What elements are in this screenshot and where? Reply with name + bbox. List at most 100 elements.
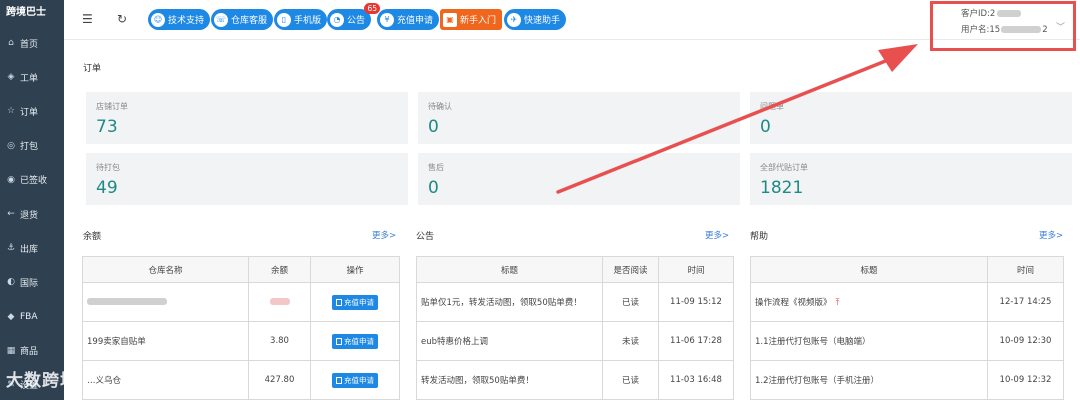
stat-after-sales[interactable]: 售后 0 — [418, 153, 740, 205]
table-row[interactable]: 1.1注册代打包账号（电脑端） 10-09 12:30 — [750, 321, 1064, 361]
table-header: 是否阅读 — [602, 256, 659, 283]
sidebar-item-tickets[interactable]: ◈ 工单 — [0, 60, 64, 94]
document-icon — [336, 376, 342, 384]
help-table: 标题 时间 操作流程《视频版》 ⤒ 12-17 14:25 1.1注册代打包账号（… — [750, 256, 1064, 400]
beginner-guide-button[interactable]: ▣ 新手入门 — [440, 9, 503, 30]
balance-value: 427.80 — [248, 360, 311, 400]
notice-title[interactable]: 贴单仅1元，转发活动图，领取50贴单费！ — [416, 282, 603, 322]
user-info-dropdown[interactable]: 客户ID:2 用户名:15 2 ﹀ — [930, 1, 1076, 51]
sidebar-item-returns[interactable]: ← 退货 — [0, 197, 64, 231]
mobile-icon: ▯ — [277, 12, 291, 27]
help-time: 10-09 12:32 — [987, 360, 1064, 400]
menu-toggle-icon[interactable]: ☰ — [82, 12, 93, 26]
balance-value: 3.80 — [248, 321, 311, 361]
help-more-link[interactable]: 更多> — [1039, 229, 1063, 241]
read-status: 已读 — [602, 282, 659, 322]
table-header: 标题 — [750, 256, 988, 283]
read-status: 已读 — [602, 360, 659, 400]
signed-icon: ◉ — [7, 174, 15, 185]
warehouse-name — [82, 282, 249, 322]
read-status: 未读 — [602, 321, 659, 361]
notice-time: 11-09 15:12 — [658, 282, 734, 322]
balance-table: 仓库名称 余额 操作 充值申请 199卖家自贴单 3.80 充值申请 …义乌仓 … — [82, 256, 400, 400]
refresh-icon[interactable]: ↻ — [117, 12, 127, 26]
money-icon: ¥ — [380, 12, 394, 27]
watermark: 大数跨境 — [6, 371, 78, 391]
balance-more-link[interactable]: 更多> — [372, 229, 396, 241]
table-header: 时间 — [658, 256, 734, 283]
notice-time: 11-03 16:48 — [658, 360, 734, 400]
stat-pending-confirm[interactable]: 待确认 0 — [418, 92, 740, 144]
guide-icon: ▣ — [443, 12, 457, 27]
help-title[interactable]: 操作流程《视频版》 ⤒ — [750, 282, 988, 322]
stat-all-label-orders[interactable]: 全部代贴订单 1821 — [750, 153, 1072, 205]
chevron-down-icon[interactable]: ﹀ — [1056, 20, 1065, 33]
phone-icon: ☏ — [214, 12, 228, 27]
help-title[interactable]: 1.2注册代打包账号（手机注册） — [750, 360, 988, 400]
notices-more-link[interactable]: 更多> — [705, 229, 729, 241]
table-row: …义乌仓 427.80 充值申请 — [82, 360, 400, 400]
table-row[interactable]: 贴单仅1元，转发活动图，领取50贴单费！ 已读 11-09 15:12 — [416, 282, 734, 322]
recharge-button[interactable]: 充值申请 — [332, 294, 378, 310]
stat-store-orders[interactable]: 店铺订单 73 — [86, 92, 408, 144]
notice-title[interactable]: eub特惠价格上调 — [416, 321, 603, 361]
stat-problem-orders[interactable]: 问题单 0 — [750, 92, 1072, 144]
sidebar: 跨境巴士 ⌂ 首页 ◈ 工单 ☆ 订单 ◎ 打包 ◉ 已签收 ← 退货 ⚓ 出库 ◐ 国际 ◆ F… — [0, 0, 64, 400]
sidebar-item-fba[interactable]: ◆ FBA — [0, 300, 64, 334]
stat-pending-pack[interactable]: 待打包 49 — [86, 153, 408, 205]
fba-icon: ◆ — [7, 311, 15, 322]
tech-support-button[interactable]: ☺ 技术支持 — [148, 9, 211, 30]
home-icon: ⌂ — [8, 38, 14, 49]
notice-time: 11-06 17:28 — [658, 321, 734, 361]
table-row[interactable]: 1.2注册代打包账号（手机注册） 10-09 12:32 — [750, 360, 1064, 400]
quick-assistant-button[interactable]: ✈ 快速助手 — [504, 9, 567, 30]
diamond-icon: ◈ — [7, 72, 15, 83]
outbound-icon: ⚓ — [6, 243, 16, 254]
globe-icon: ◐ — [7, 277, 15, 288]
announcement-icon: ◔ — [330, 12, 344, 27]
username: 用户名:15 2 — [961, 25, 1048, 35]
sidebar-item-pack[interactable]: ◎ 打包 — [0, 129, 64, 163]
customer-id: 客户ID:2 — [961, 7, 1022, 19]
table-header: 余额 — [248, 256, 311, 283]
recharge-request-button[interactable]: ¥ 充值申请 — [377, 9, 440, 30]
top-toolbar: ☰ ↻ ☺ 技术支持 ☏ 仓库客服 ▯ 手机版 ◔ 公告 65 ¥ 充值申请 ▣ 新手入门 ✈… — [64, 0, 1080, 51]
main-content: 订单 店铺订单 73 待确认 0 问题单 0 待打包 49 售后 0 全部代贴订单 1821… — [64, 40, 1080, 400]
help-time: 12-17 14:25 — [987, 282, 1064, 322]
return-arrow-icon: ← — [7, 209, 15, 220]
notice-title[interactable]: 转发活动图，领取50贴单费！ — [416, 360, 603, 400]
announcement-button[interactable]: ◔ 公告 65 — [327, 3, 381, 30]
table-row[interactable]: 操作流程《视频版》 ⤒ 12-17 14:25 — [750, 282, 1064, 322]
table-row[interactable]: 转发活动图，领取50贴单费！ 已读 11-03 16:48 — [416, 360, 734, 400]
sidebar-item-home[interactable]: ⌂ 首页 — [0, 26, 64, 60]
help-title[interactable]: 1.1注册代打包账号（电脑端） — [750, 321, 988, 361]
help-time: 10-09 12:30 — [987, 321, 1064, 361]
sidebar-item-outbound[interactable]: ⚓ 出库 — [0, 231, 64, 265]
table-row: 199卖家自贴单 3.80 充值申请 — [82, 321, 400, 361]
balance-value — [248, 282, 311, 322]
announcement-count-badge: 65 — [364, 3, 381, 14]
notices-table: 标题 是否阅读 时间 贴单仅1元，转发活动图，领取50贴单费！ 已读 11-09… — [416, 256, 734, 400]
plane-icon: ✈ — [507, 12, 521, 27]
package-icon: ◎ — [7, 140, 15, 151]
document-icon — [336, 298, 342, 306]
goods-icon: ▦ — [6, 345, 16, 356]
table-header: 操作 — [310, 256, 400, 283]
brand-logo[interactable]: 跨境巴士 — [0, 0, 64, 26]
sidebar-item-goods[interactable]: ▦ 商品 — [0, 334, 64, 368]
mobile-version-button[interactable]: ▯ 手机版 — [274, 9, 328, 30]
balance-section-title: 余额 — [83, 232, 102, 242]
sidebar-item-orders[interactable]: ☆ 订单 — [0, 94, 64, 128]
table-row[interactable]: eub特惠价格上调 未读 11-06 17:28 — [416, 321, 734, 361]
help-section-title: 帮助 — [750, 232, 769, 242]
table-row: 充值申请 — [82, 282, 400, 322]
support-icon: ☺ — [151, 12, 165, 27]
document-icon — [336, 337, 342, 345]
table-header: 标题 — [416, 256, 603, 283]
sidebar-item-international[interactable]: ◐ 国际 — [0, 265, 64, 299]
star-icon: ☆ — [6, 106, 16, 117]
sidebar-item-signed[interactable]: ◉ 已签收 — [0, 163, 64, 197]
warehouse-service-button[interactable]: ☏ 仓库客服 — [211, 9, 274, 30]
recharge-button[interactable]: 充值申请 — [332, 333, 378, 349]
recharge-button[interactable]: 充值申请 — [332, 372, 378, 388]
